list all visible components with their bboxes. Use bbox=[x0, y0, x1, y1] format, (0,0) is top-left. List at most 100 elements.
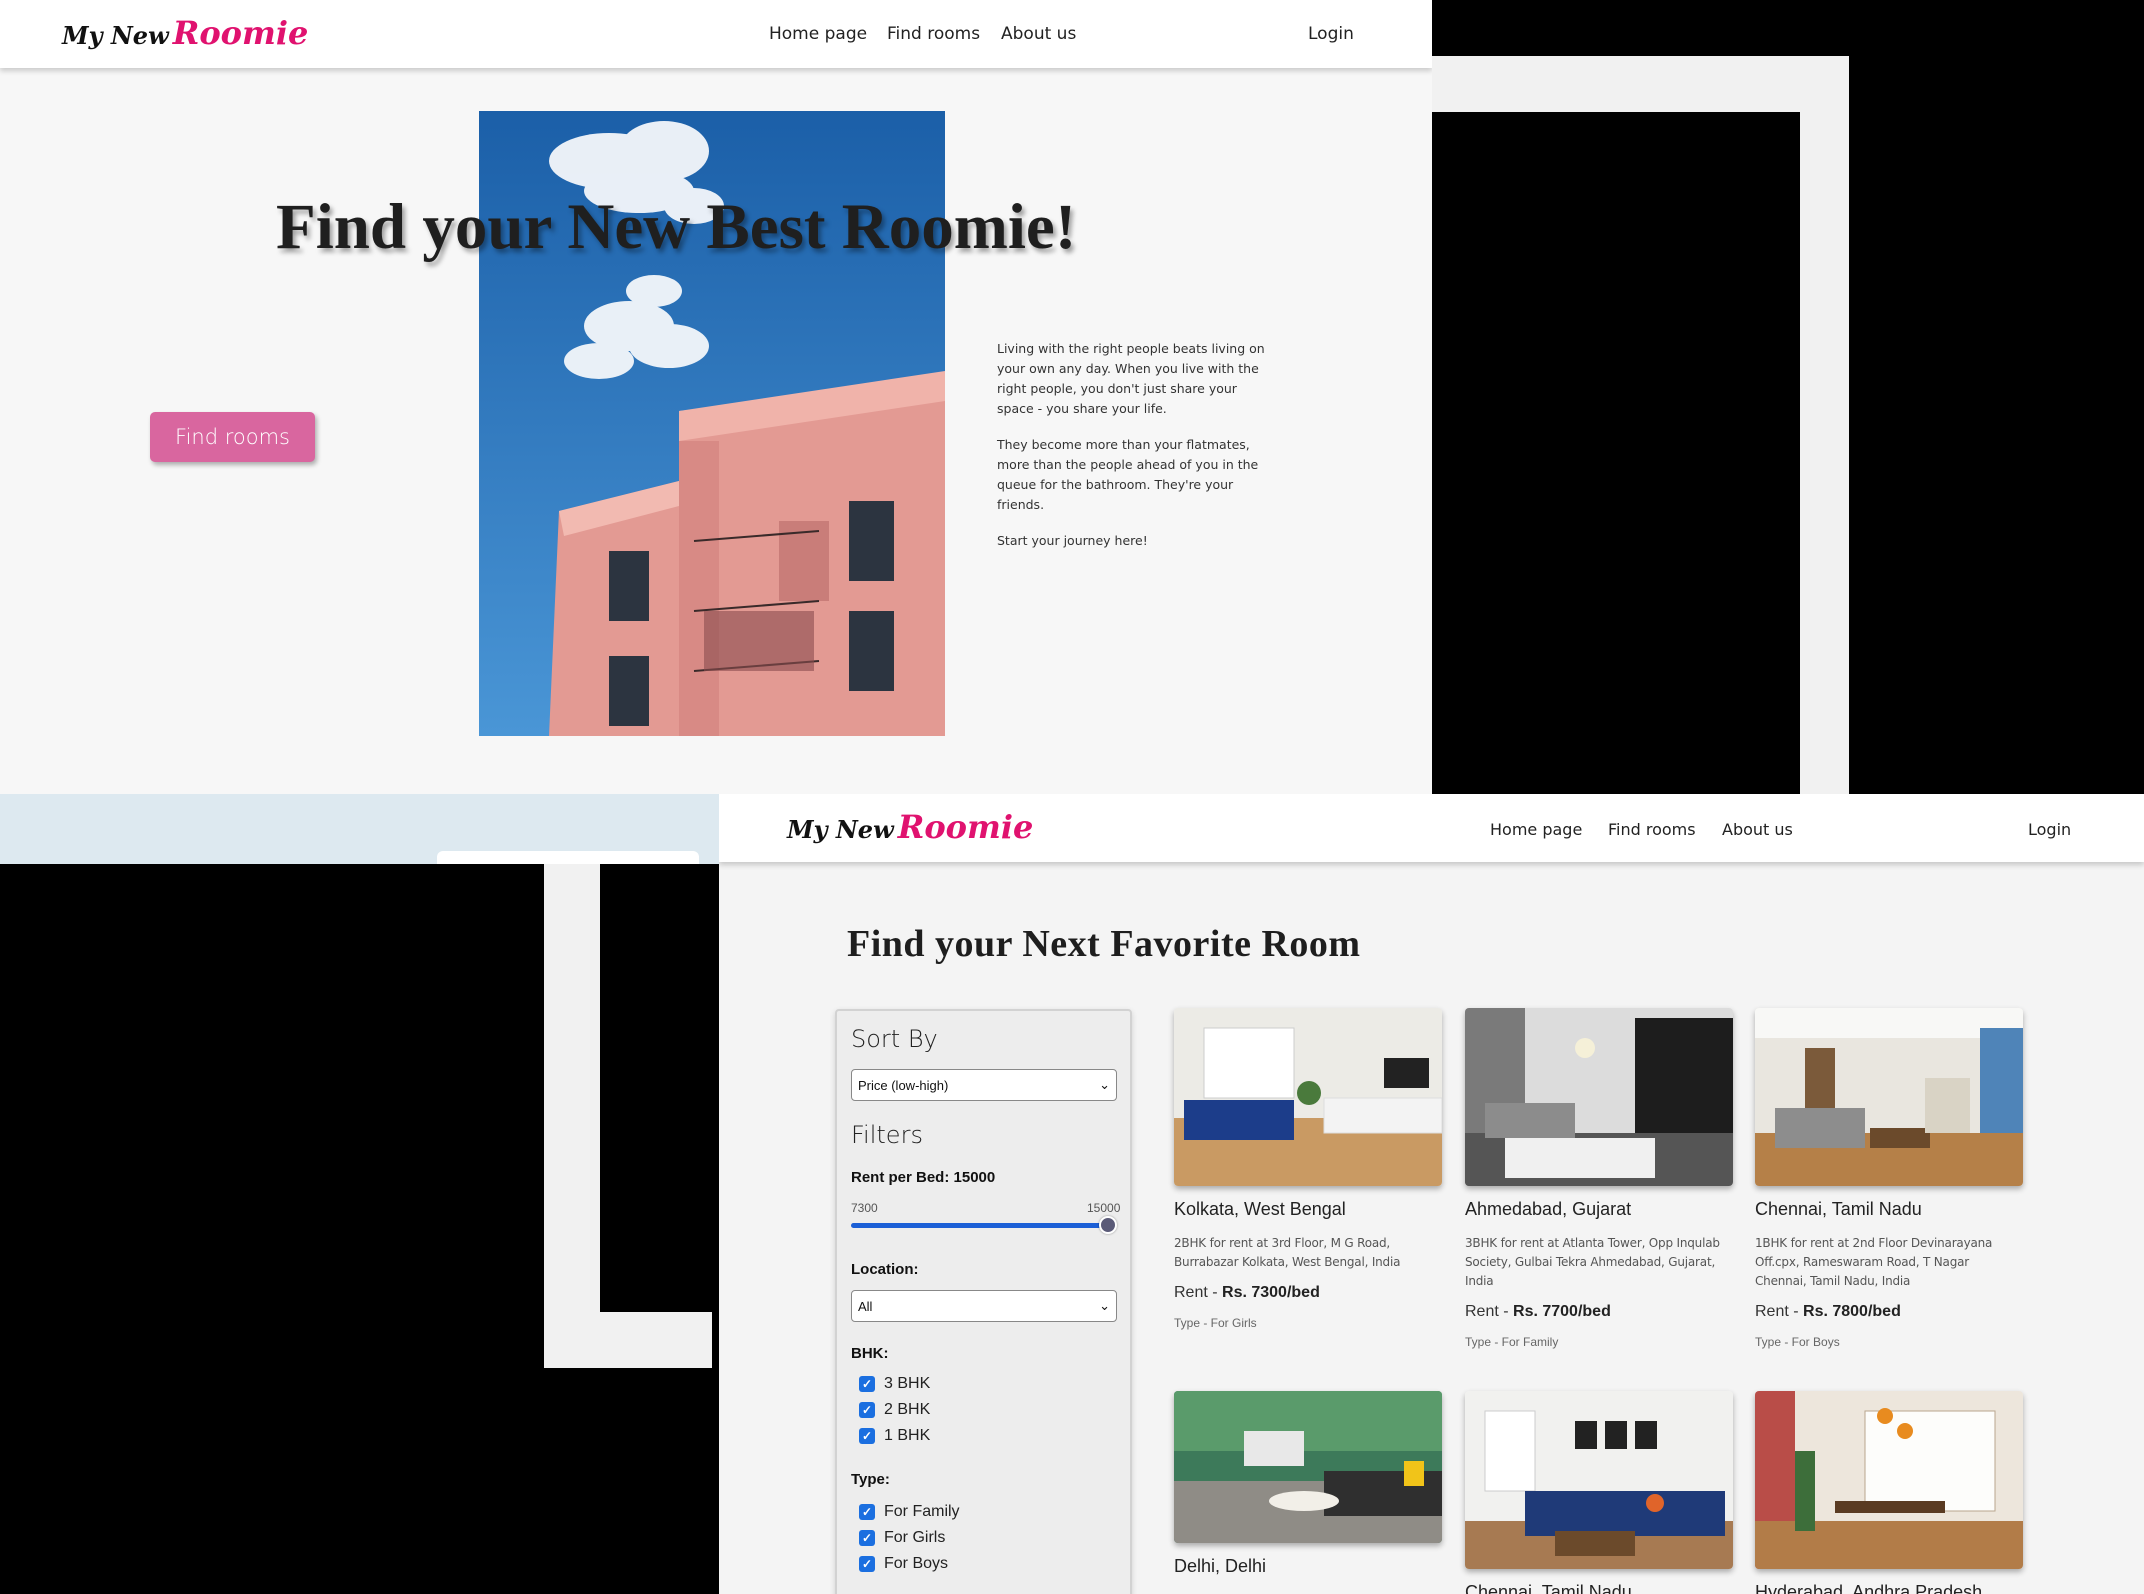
room-photo[interactable] bbox=[1465, 1391, 1733, 1569]
rent-label: Rent per Bed: 15000 bbox=[851, 1169, 996, 1186]
bhk-label: BHK: bbox=[851, 1345, 889, 1362]
blackout-inner bbox=[600, 864, 712, 1312]
location-selected-value: All bbox=[858, 1298, 873, 1314]
logo-prefix: My New bbox=[62, 21, 169, 50]
room-photo[interactable] bbox=[1174, 1391, 1442, 1543]
frame-top bbox=[1432, 56, 1849, 112]
room-description: 3BHK for rent at Atlanta Tower, Opp Inqu… bbox=[1465, 1236, 1720, 1288]
nav-about-link[interactable]: About us bbox=[1001, 24, 1076, 44]
room-card[interactable]: Chennai, Tamil Nadu bbox=[1465, 1391, 1733, 1594]
room-type: Type - For Girls bbox=[1174, 1316, 1257, 1330]
rent-value: Rs. 7800/bed bbox=[1803, 1303, 1901, 1320]
room-city: Chennai, Tamil Nadu bbox=[1755, 1199, 1922, 1219]
filter-sidebar: Sort By Price (low-high) ⌄ Filters Rent … bbox=[835, 1009, 1132, 1594]
sort-select[interactable]: Price (low-high) ⌄ bbox=[851, 1069, 1117, 1101]
frame-right bbox=[1800, 112, 1849, 794]
type-girls-checkbox[interactable]: ✓ For Girls bbox=[859, 1529, 945, 1547]
rent-prefix: Rent - bbox=[1465, 1303, 1514, 1320]
room-type: Type - For Boys bbox=[1755, 1335, 1840, 1349]
room-photo[interactable] bbox=[1465, 1008, 1733, 1186]
room-description: 1BHK for rent at 2nd Floor Devinarayana … bbox=[1755, 1236, 1993, 1288]
rent-value: Rs. 7300/bed bbox=[1222, 1284, 1320, 1301]
rent-slider-track[interactable] bbox=[851, 1223, 1111, 1228]
room-photo[interactable] bbox=[1174, 1008, 1442, 1186]
room-city: Kolkata, West Bengal bbox=[1174, 1199, 1346, 1219]
logo-prefix: My New bbox=[787, 815, 894, 844]
blackout-top-right bbox=[1432, 0, 2144, 56]
rent-value: Rs. 7700/bed bbox=[1513, 1303, 1611, 1320]
type-boys-checkbox[interactable]: ✓ For Boys bbox=[859, 1555, 948, 1573]
top-navbar: My New Roomie Home page Find rooms About … bbox=[0, 0, 1432, 68]
chevron-down-icon: ⌄ bbox=[1099, 1298, 1110, 1313]
hero-find-rooms-button[interactable]: Find rooms bbox=[150, 412, 315, 462]
rent-max-label: 15000 bbox=[1087, 1201, 1121, 1215]
room-card[interactable]: Kolkata, West Bengal 2BHK for rent at 3r… bbox=[1174, 1008, 1442, 1330]
hero-title: Find your New Best Roomie! bbox=[276, 191, 1077, 263]
nav-find-rooms-link[interactable]: Find rooms bbox=[1608, 820, 1696, 839]
checkbox-label: 1 BHK bbox=[884, 1427, 931, 1444]
rooms-page-title: Find your Next Favorite Room bbox=[847, 923, 1361, 965]
nav-about-link[interactable]: About us bbox=[1722, 820, 1793, 839]
checkbox-label: For Girls bbox=[884, 1529, 946, 1546]
frame-left bbox=[544, 864, 600, 1368]
room-city: Ahmedabad, Gujarat bbox=[1465, 1199, 1632, 1219]
type-family-checkbox[interactable]: ✓ For Family bbox=[859, 1503, 960, 1521]
room-rent: Rent - Rs. 7300/bed bbox=[1174, 1284, 1442, 1302]
nav-find-rooms-link[interactable]: Find rooms bbox=[887, 24, 980, 44]
nav-login-link[interactable]: Login bbox=[1308, 24, 1354, 44]
logo-name: Roomie bbox=[897, 808, 1034, 846]
room-card[interactable]: Hyderabad, Andhra Pradesh bbox=[1755, 1391, 2023, 1594]
room-photo[interactable] bbox=[1755, 1391, 2023, 1569]
hero-paragraph-1: Living with the right people beats livin… bbox=[997, 341, 1265, 416]
nav-home-link[interactable]: Home page bbox=[1490, 820, 1582, 839]
rooms-brand-logo[interactable]: My New Roomie bbox=[787, 808, 1033, 846]
type-label: Type: bbox=[851, 1471, 890, 1488]
chevron-down-icon: ⌄ bbox=[1099, 1077, 1110, 1092]
blackout-far-right bbox=[1849, 56, 2144, 792]
room-card[interactable]: Chennai, Tamil Nadu 1BHK for rent at 2nd… bbox=[1755, 1008, 2023, 1349]
checkbox-label: For Family bbox=[884, 1503, 960, 1520]
bhk-3-checkbox[interactable]: ✓ 3 BHK bbox=[859, 1375, 930, 1393]
check-icon: ✓ bbox=[859, 1428, 875, 1444]
filters-heading: Filters bbox=[851, 1121, 923, 1149]
hero-paragraph-3: Start your journey here! bbox=[997, 533, 1148, 548]
room-rent: Rent - Rs. 7800/bed bbox=[1755, 1303, 2023, 1321]
room-description: 2BHK for rent at 3rd Floor, M G Road, Bu… bbox=[1174, 1236, 1401, 1269]
room-card[interactable]: Delhi, Delhi bbox=[1174, 1391, 1442, 1577]
hero-description: Living with the right people beats livin… bbox=[997, 339, 1277, 567]
sort-selected-value: Price (low-high) bbox=[858, 1077, 949, 1093]
room-rent: Rent - Rs. 7700/bed bbox=[1465, 1303, 1733, 1321]
check-icon: ✓ bbox=[859, 1504, 875, 1520]
check-icon: ✓ bbox=[859, 1376, 875, 1392]
nav-home-link[interactable]: Home page bbox=[769, 24, 867, 44]
room-type: Type - For Family bbox=[1465, 1335, 1559, 1349]
rooms-top-navbar: My New Roomie Home page Find rooms About … bbox=[719, 794, 2144, 862]
rent-min-label: 7300 bbox=[851, 1201, 878, 1215]
location-select[interactable]: All ⌄ bbox=[851, 1290, 1117, 1322]
frame-bottom bbox=[544, 1312, 712, 1368]
blackout-right-panel bbox=[1432, 112, 1800, 792]
brand-logo[interactable]: My New Roomie bbox=[62, 14, 308, 52]
rent-prefix: Rent - bbox=[1755, 1303, 1804, 1320]
white-tab bbox=[437, 851, 699, 864]
bhk-2-checkbox[interactable]: ✓ 2 BHK bbox=[859, 1401, 930, 1419]
landing-page-screenshot: My New Roomie Home page Find rooms About … bbox=[0, 0, 1432, 794]
checkbox-label: 2 BHK bbox=[884, 1401, 931, 1418]
room-city: Delhi, Delhi bbox=[1174, 1556, 1267, 1576]
check-icon: ✓ bbox=[859, 1556, 875, 1572]
rooms-page-screenshot: My New Roomie Home page Find rooms About … bbox=[719, 794, 2144, 1594]
check-icon: ✓ bbox=[859, 1402, 875, 1418]
rent-slider-handle[interactable] bbox=[1099, 1216, 1117, 1234]
checkbox-label: 3 BHK bbox=[884, 1375, 931, 1392]
room-photo[interactable] bbox=[1755, 1008, 2023, 1186]
nav-login-link[interactable]: Login bbox=[2028, 820, 2071, 839]
rent-prefix: Rent - bbox=[1174, 1284, 1223, 1301]
checkbox-label: For Boys bbox=[884, 1555, 949, 1572]
room-city: Chennai, Tamil Nadu bbox=[1465, 1582, 1632, 1594]
logo-name: Roomie bbox=[172, 14, 309, 52]
check-icon: ✓ bbox=[859, 1530, 875, 1546]
room-city: Hyderabad, Andhra Pradesh bbox=[1755, 1582, 1983, 1594]
room-card[interactable]: Ahmedabad, Gujarat 3BHK for rent at Atla… bbox=[1465, 1008, 1733, 1349]
bhk-1-checkbox[interactable]: ✓ 1 BHK bbox=[859, 1427, 930, 1445]
sort-heading: Sort By bbox=[851, 1025, 938, 1053]
